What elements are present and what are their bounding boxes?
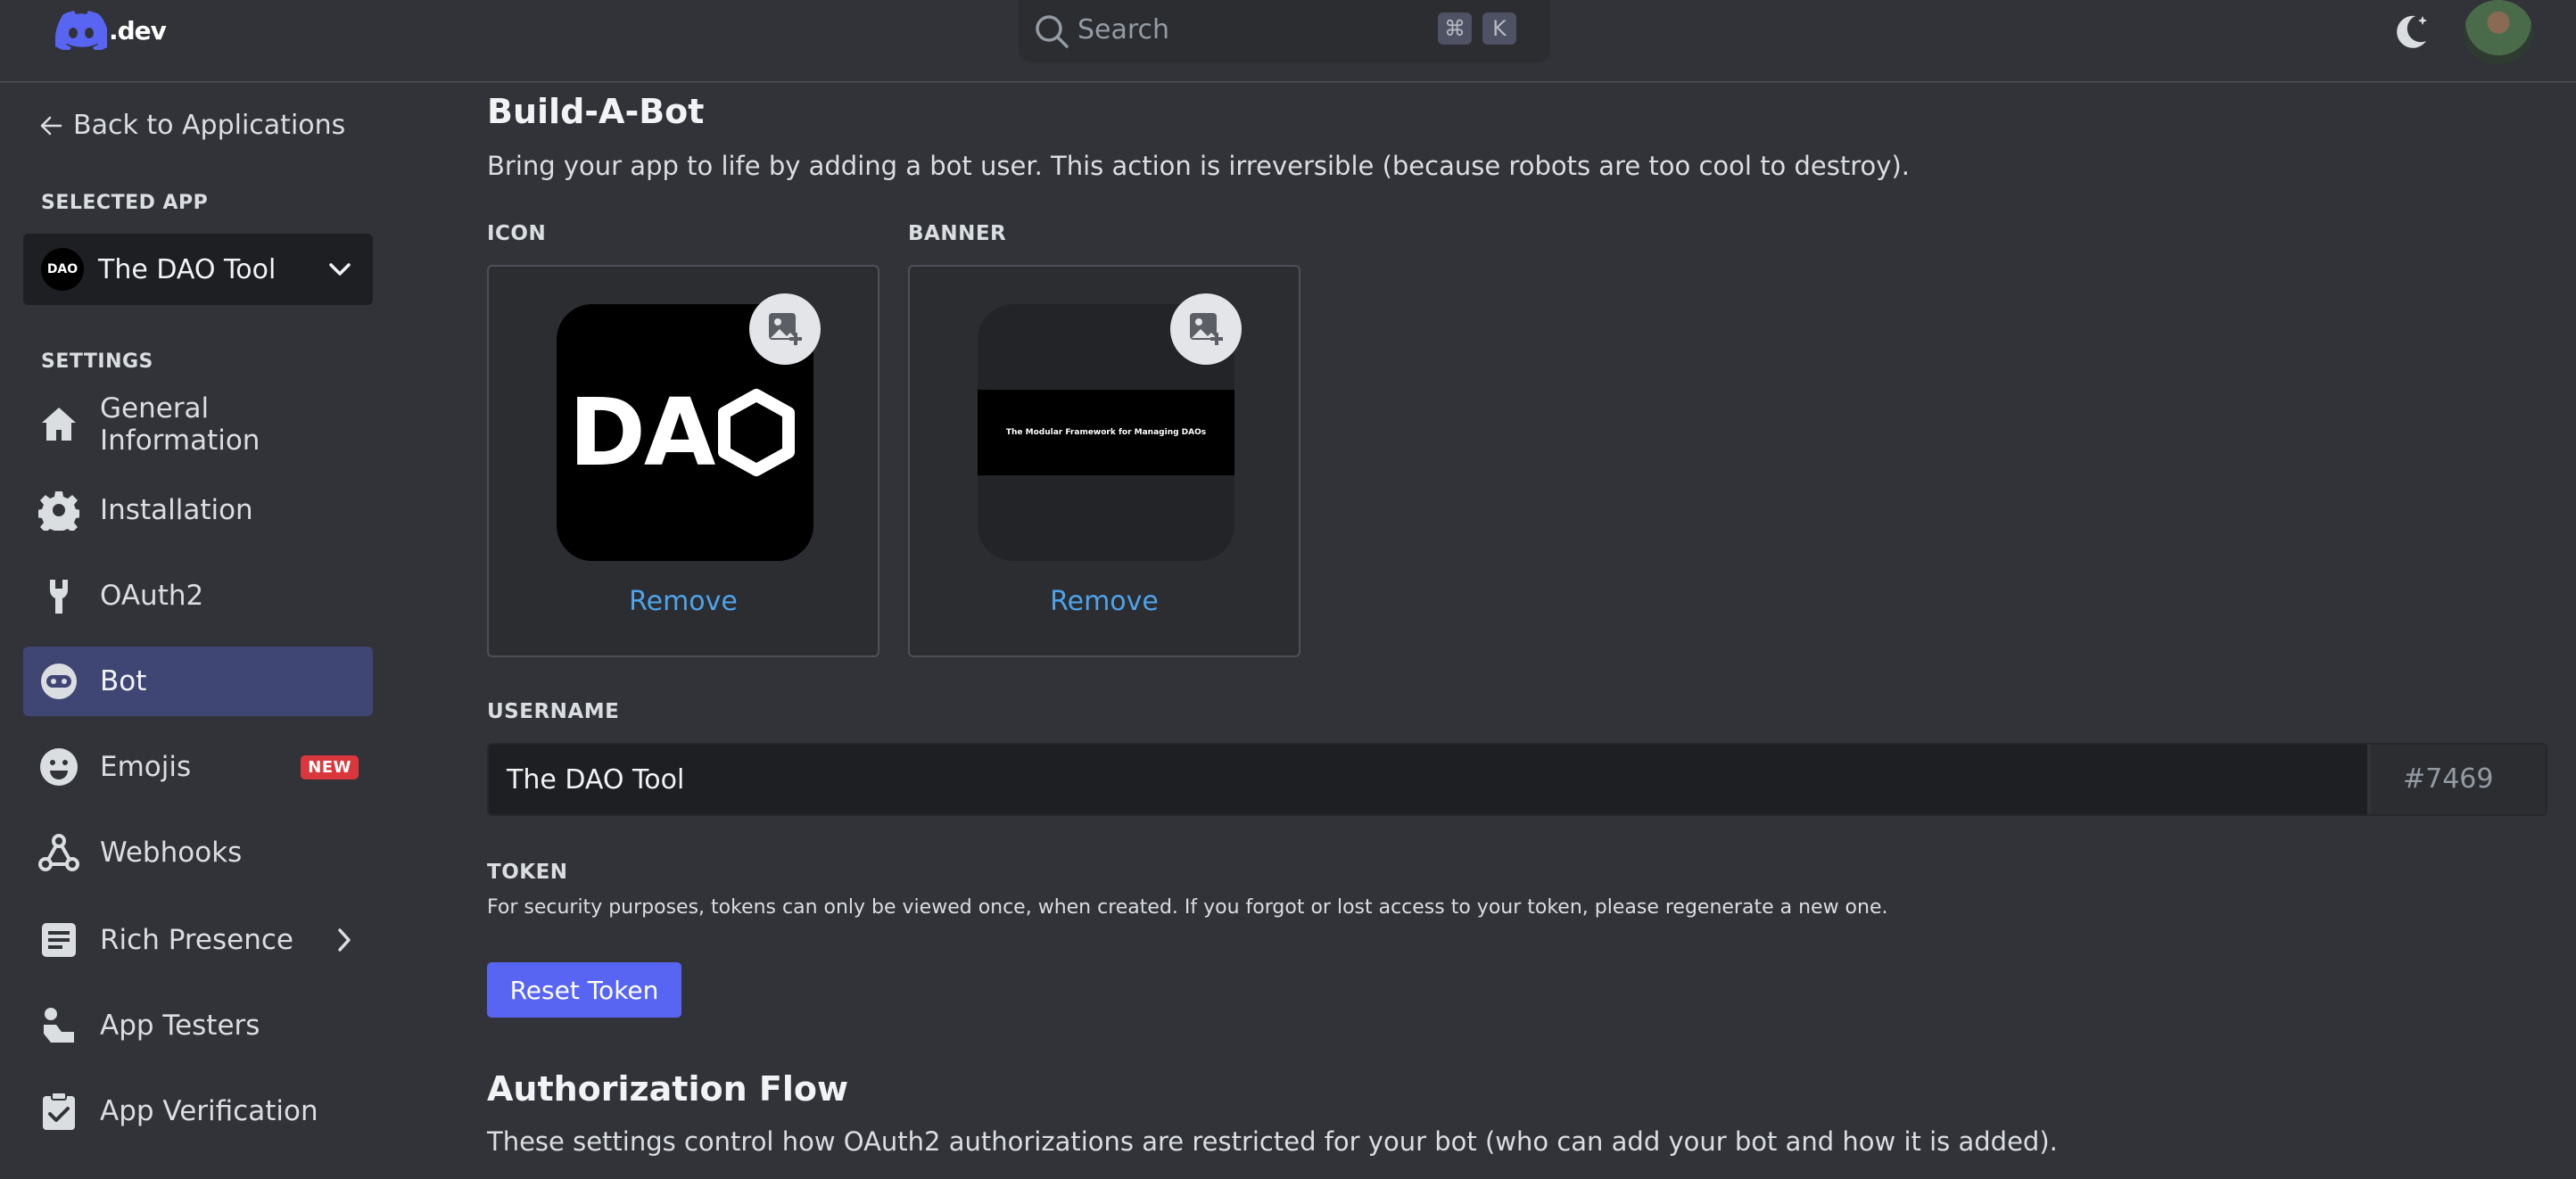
- sidebar-item-webhooks[interactable]: Webhooks: [23, 818, 373, 887]
- app-avatar: DAO: [41, 248, 84, 291]
- authorization-flow-title: Authorization Flow: [487, 1069, 849, 1109]
- banner-image-text: The Modular Framework for Managing DAOs: [1005, 428, 1207, 437]
- username-input[interactable]: The DAO Tool #7469: [487, 743, 2547, 816]
- sidebar-item-app-verification[interactable]: App Verification: [23, 1076, 373, 1146]
- sidebar-item-label: Bot: [100, 665, 147, 697]
- username-label: USERNAME: [487, 700, 620, 723]
- sidebar-item-label: Webhooks: [100, 837, 243, 869]
- sidebar-item-label: Rich Presence: [100, 924, 293, 956]
- theme-toggle-moon-icon[interactable]: [2390, 11, 2432, 52]
- sidebar-item-bot[interactable]: Bot: [23, 647, 373, 716]
- wrench-icon: [37, 574, 80, 617]
- back-label: Back to Applications: [73, 110, 346, 141]
- app-name: The DAO Tool: [98, 253, 277, 285]
- home-icon: [37, 403, 80, 446]
- build-a-bot-title: Build-A-Bot: [487, 92, 705, 131]
- search-placeholder: Search: [1077, 14, 1170, 45]
- chevron-down-icon: [329, 263, 351, 276]
- remove-icon-link[interactable]: Remove: [489, 586, 878, 617]
- sidebar-item-label: OAuth2: [100, 580, 204, 612]
- discord-logo-icon: [55, 11, 107, 50]
- webhook-icon: [37, 831, 80, 874]
- sidebar-item-label: Emojis: [100, 751, 192, 783]
- chevron-right-icon: [338, 928, 351, 952]
- edit-banner-button[interactable]: [1170, 293, 1242, 365]
- tester-icon: [37, 1004, 80, 1047]
- sidebar-item-label: Installation: [100, 494, 253, 526]
- sidebar-item-app-testers[interactable]: App Testers: [23, 991, 373, 1060]
- banner-label: BANNER: [908, 222, 1007, 245]
- reset-token-button[interactable]: Reset Token: [487, 962, 681, 1018]
- logo-text: .dev: [109, 15, 167, 45]
- settings-header: SETTINGS: [41, 350, 153, 373]
- icon-label: ICON: [487, 222, 547, 245]
- back-to-applications-link[interactable]: Back to Applications: [39, 110, 345, 141]
- k-key-hint: K: [1482, 12, 1516, 45]
- remove-banner-link[interactable]: Remove: [910, 586, 1299, 617]
- build-a-bot-subtitle: Bring your app to life by adding a bot u…: [487, 151, 1910, 181]
- sidebar-item-emojis[interactable]: Emojis NEW: [23, 732, 373, 802]
- gear-icon: [37, 489, 80, 532]
- banner-uploader[interactable]: The Modular Framework for Managing DAOs …: [908, 265, 1300, 657]
- add-image-icon: [769, 313, 802, 345]
- token-description: For security purposes, tokens can only b…: [487, 896, 1888, 919]
- dao-hexagon-logo: [718, 389, 796, 476]
- sidebar-item-installation[interactable]: Installation: [23, 475, 373, 545]
- app-selector-dropdown[interactable]: DAO The DAO Tool: [23, 234, 373, 305]
- icon-image-text: DA: [568, 378, 716, 487]
- sidebar-item-label: App Testers: [100, 1010, 260, 1042]
- user-avatar[interactable]: [2464, 0, 2533, 64]
- discord-dev-logo[interactable]: .dev: [55, 7, 167, 54]
- new-badge: NEW: [301, 754, 359, 779]
- sidebar-item-oauth2[interactable]: OAuth2: [23, 561, 373, 631]
- sidebar-item-label: General Information: [100, 392, 260, 457]
- document-icon: [37, 919, 80, 961]
- search-bar[interactable]: Search ⌘ K: [1019, 0, 1550, 62]
- sidebar-item-general-information[interactable]: General Information: [23, 390, 373, 459]
- discriminator: #7469: [2367, 745, 2546, 814]
- authorization-flow-description: These settings control how OAuth2 author…: [487, 1126, 2058, 1157]
- bot-icon: [37, 660, 80, 703]
- banner-strip: The Modular Framework for Managing DAOs: [978, 390, 1234, 475]
- icon-uploader[interactable]: DA Remove: [487, 265, 879, 657]
- clipboard-check-icon: [37, 1090, 80, 1133]
- edit-icon-button[interactable]: [749, 293, 821, 365]
- sidebar-item-rich-presence[interactable]: Rich Presence: [23, 905, 373, 975]
- smiley-icon: [37, 746, 80, 788]
- selected-app-header: SELECTED APP: [41, 192, 209, 214]
- add-image-icon: [1190, 313, 1223, 345]
- search-icon: [1036, 15, 1069, 48]
- arrow-left-icon: [40, 116, 62, 135]
- sidebar: Back to Applications SELECTED APP DAO Th…: [0, 83, 392, 1179]
- top-bar: .dev Search ⌘ K: [0, 0, 2576, 83]
- cmd-key-hint: ⌘: [1438, 12, 1472, 45]
- token-label: TOKEN: [487, 861, 568, 884]
- username-value: The DAO Tool: [507, 764, 685, 796]
- sidebar-item-label: App Verification: [100, 1095, 318, 1127]
